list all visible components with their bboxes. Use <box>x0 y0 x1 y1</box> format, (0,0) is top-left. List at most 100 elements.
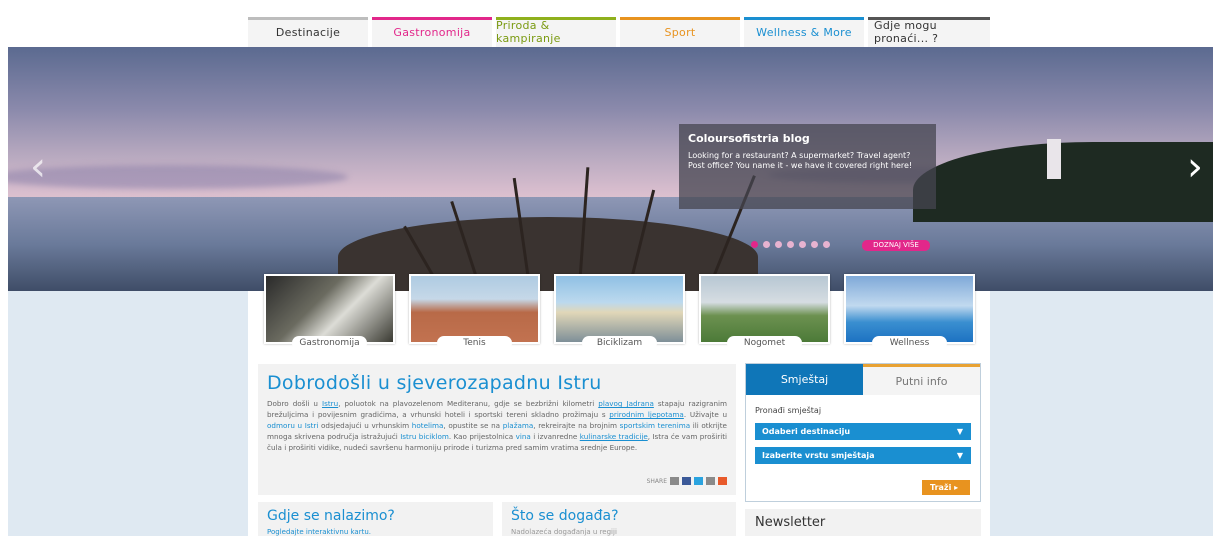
where-title: Gdje se nalazimo? <box>267 508 395 524</box>
accommodation-tabs: Smještaj Putni info <box>746 364 980 395</box>
blog-text: Looking for a restaurant? A supermarket?… <box>688 151 913 170</box>
text-run: odsjedajući u vrhunskim <box>318 421 412 430</box>
chevron-down-icon: ▼ <box>956 427 963 436</box>
accommodation-widget: Smještaj Putni info Pronađi smještaj Oda… <box>745 363 981 502</box>
slider-dot[interactable] <box>751 241 758 248</box>
where-box: Gdje se nalazimo? Pogledajte interaktivn… <box>258 502 493 536</box>
destination-select[interactable]: Odaberi destinaciju ▼ <box>755 423 971 440</box>
nav-tab-gastronomija[interactable]: Gastronomija <box>372 17 492 47</box>
nav-tab-bar <box>744 17 864 20</box>
tab-putni-info[interactable]: Putni info <box>863 364 980 395</box>
slider-dot[interactable] <box>799 241 806 248</box>
tab-smjestaj[interactable]: Smještaj <box>746 364 863 395</box>
print-icon[interactable] <box>706 477 715 485</box>
category-wellness[interactable]: Wellness <box>844 274 975 350</box>
text-run: Dobro došli u <box>267 399 322 408</box>
nav-tab-priroda[interactable]: Priroda & kampiranje <box>496 17 616 47</box>
search-button-label: Traži <box>930 483 952 492</box>
accommodation-label: Pronađi smještaj <box>755 406 822 415</box>
page-side-background <box>990 291 1213 536</box>
slider-dot[interactable] <box>811 241 818 248</box>
slider-dot[interactable] <box>775 241 782 248</box>
category-tenis[interactable]: Tenis <box>409 274 540 350</box>
category-label: Tenis <box>437 336 512 350</box>
category-label: Nogomet <box>727 336 802 350</box>
blog-title: Coloursofistria blog <box>688 132 810 145</box>
chevron-right-icon[interactable]: › <box>1187 147 1203 187</box>
select-value: Izaberite vrstu smještaja <box>762 451 875 460</box>
slider-dot[interactable] <box>823 241 830 248</box>
link-odmoru[interactable]: odmoru u Istri <box>267 421 318 430</box>
events-title: Što se događa? <box>511 508 619 524</box>
welcome-section: Dobrodošli u sjeverozapadnu Istru Dobro … <box>258 364 736 495</box>
text-run: , opustite se na <box>443 421 503 430</box>
text-run: . Uživajte u <box>683 410 727 419</box>
main-nav: Destinacije Gastronomija Priroda & kampi… <box>248 17 990 47</box>
category-thumbnails: Gastronomija Tenis Biciklizam Nogomet We… <box>264 274 975 350</box>
nav-tab-label: Gastronomija <box>393 25 471 39</box>
blog-teaser[interactable]: Coloursofistria blog Looking for a resta… <box>679 124 936 209</box>
text-run: , rekreirajte na brojnim <box>533 421 620 430</box>
welcome-title: Dobrodošli u sjeverozapadnu Istru <box>267 372 602 394</box>
welcome-text: Dobro došli u Istru, poluotok na plavoze… <box>267 398 727 453</box>
nav-tab-label: Destinacije <box>275 25 341 39</box>
page-side-background <box>8 291 248 536</box>
category-label: Wellness <box>872 336 947 350</box>
coast-image <box>913 142 1213 222</box>
nav-tab-label: Wellness & More <box>756 25 852 39</box>
nav-tab-bar <box>868 17 990 20</box>
share-label: SHARE <box>646 477 667 485</box>
link-hotelima[interactable]: hotelima <box>412 421 444 430</box>
nav-tab-bar <box>496 17 616 20</box>
slider-dot[interactable] <box>763 241 770 248</box>
nav-tab-bar <box>372 17 492 20</box>
events-subtitle: Nadolazeća događanja u regiji <box>511 528 617 536</box>
nav-tab-gdje[interactable]: Gdje mogu pronaći... ? <box>868 17 990 47</box>
category-label: Gastronomija <box>292 336 367 350</box>
category-gastronomija[interactable]: Gastronomija <box>264 274 395 350</box>
newsletter-box: Newsletter <box>745 509 981 536</box>
more-button[interactable]: DOZNAJ VIŠE <box>862 240 930 251</box>
nav-tab-label: Gdje mogu pronaći... ? <box>874 19 939 45</box>
hero-slider: ‹ › <box>8 47 1213 292</box>
text-run: i izvanredne <box>530 432 580 441</box>
link-plazama[interactable]: plažama <box>503 421 534 430</box>
link-vina[interactable]: vina <box>516 432 531 441</box>
link-istru-biciklom[interactable]: Istru biciklom <box>400 432 449 441</box>
category-label: Biciklizam <box>582 336 657 350</box>
slider-dot[interactable] <box>787 241 794 248</box>
text-run: . Kao prijestolnica <box>448 432 516 441</box>
chevron-left-icon[interactable]: ‹ <box>30 147 46 187</box>
text-run: , poluotok na plavozelenom Mediteranu, g… <box>338 399 599 408</box>
category-nogomet[interactable]: Nogomet <box>699 274 830 350</box>
nav-tab-wellness[interactable]: Wellness & More <box>744 17 864 47</box>
category-biciklizam[interactable]: Biciklizam <box>554 274 685 350</box>
plus-icon[interactable] <box>718 477 727 485</box>
link-sportski-tereni[interactable]: sportskim terenima <box>620 421 690 430</box>
lighthouse-image <box>1047 139 1061 179</box>
facebook-icon[interactable] <box>682 477 691 485</box>
twitter-icon[interactable] <box>694 477 703 485</box>
events-box: Što se događa? Nadolazeća događanja u re… <box>502 502 736 536</box>
search-button[interactable]: Traži ▸ <box>922 480 970 495</box>
link-plavog-jadrana[interactable]: plavog Jadrana <box>598 399 654 408</box>
link-kulinarske-tradicije[interactable]: kulinarske tradicije <box>580 432 648 441</box>
link-prirodnim-ljepotama[interactable]: prirodnim ljepotama <box>609 410 684 419</box>
nav-tab-label: Priroda & kampiranje <box>496 19 561 45</box>
nav-tab-destinacije[interactable]: Destinacije <box>248 17 368 47</box>
chevron-down-icon: ▼ <box>956 451 963 460</box>
nav-tab-bar <box>248 17 368 20</box>
nav-tab-label: Sport <box>664 25 696 39</box>
link-istru[interactable]: Istru <box>322 399 338 408</box>
select-value: Odaberi destinaciju <box>762 427 851 436</box>
accommodation-type-select[interactable]: Izaberite vrstu smještaja ▼ <box>755 447 971 464</box>
arrow-right-icon: ▸ <box>954 483 959 492</box>
slider-dots <box>751 241 830 248</box>
nav-tab-sport[interactable]: Sport <box>620 17 740 47</box>
share-bar: SHARE <box>647 477 727 485</box>
map-link[interactable]: Pogledajte interaktivnu kartu. <box>267 528 484 536</box>
nav-tab-bar <box>620 17 740 20</box>
newsletter-title: Newsletter <box>755 515 826 530</box>
email-icon[interactable] <box>670 477 679 485</box>
cloud-decoration <box>8 165 348 189</box>
